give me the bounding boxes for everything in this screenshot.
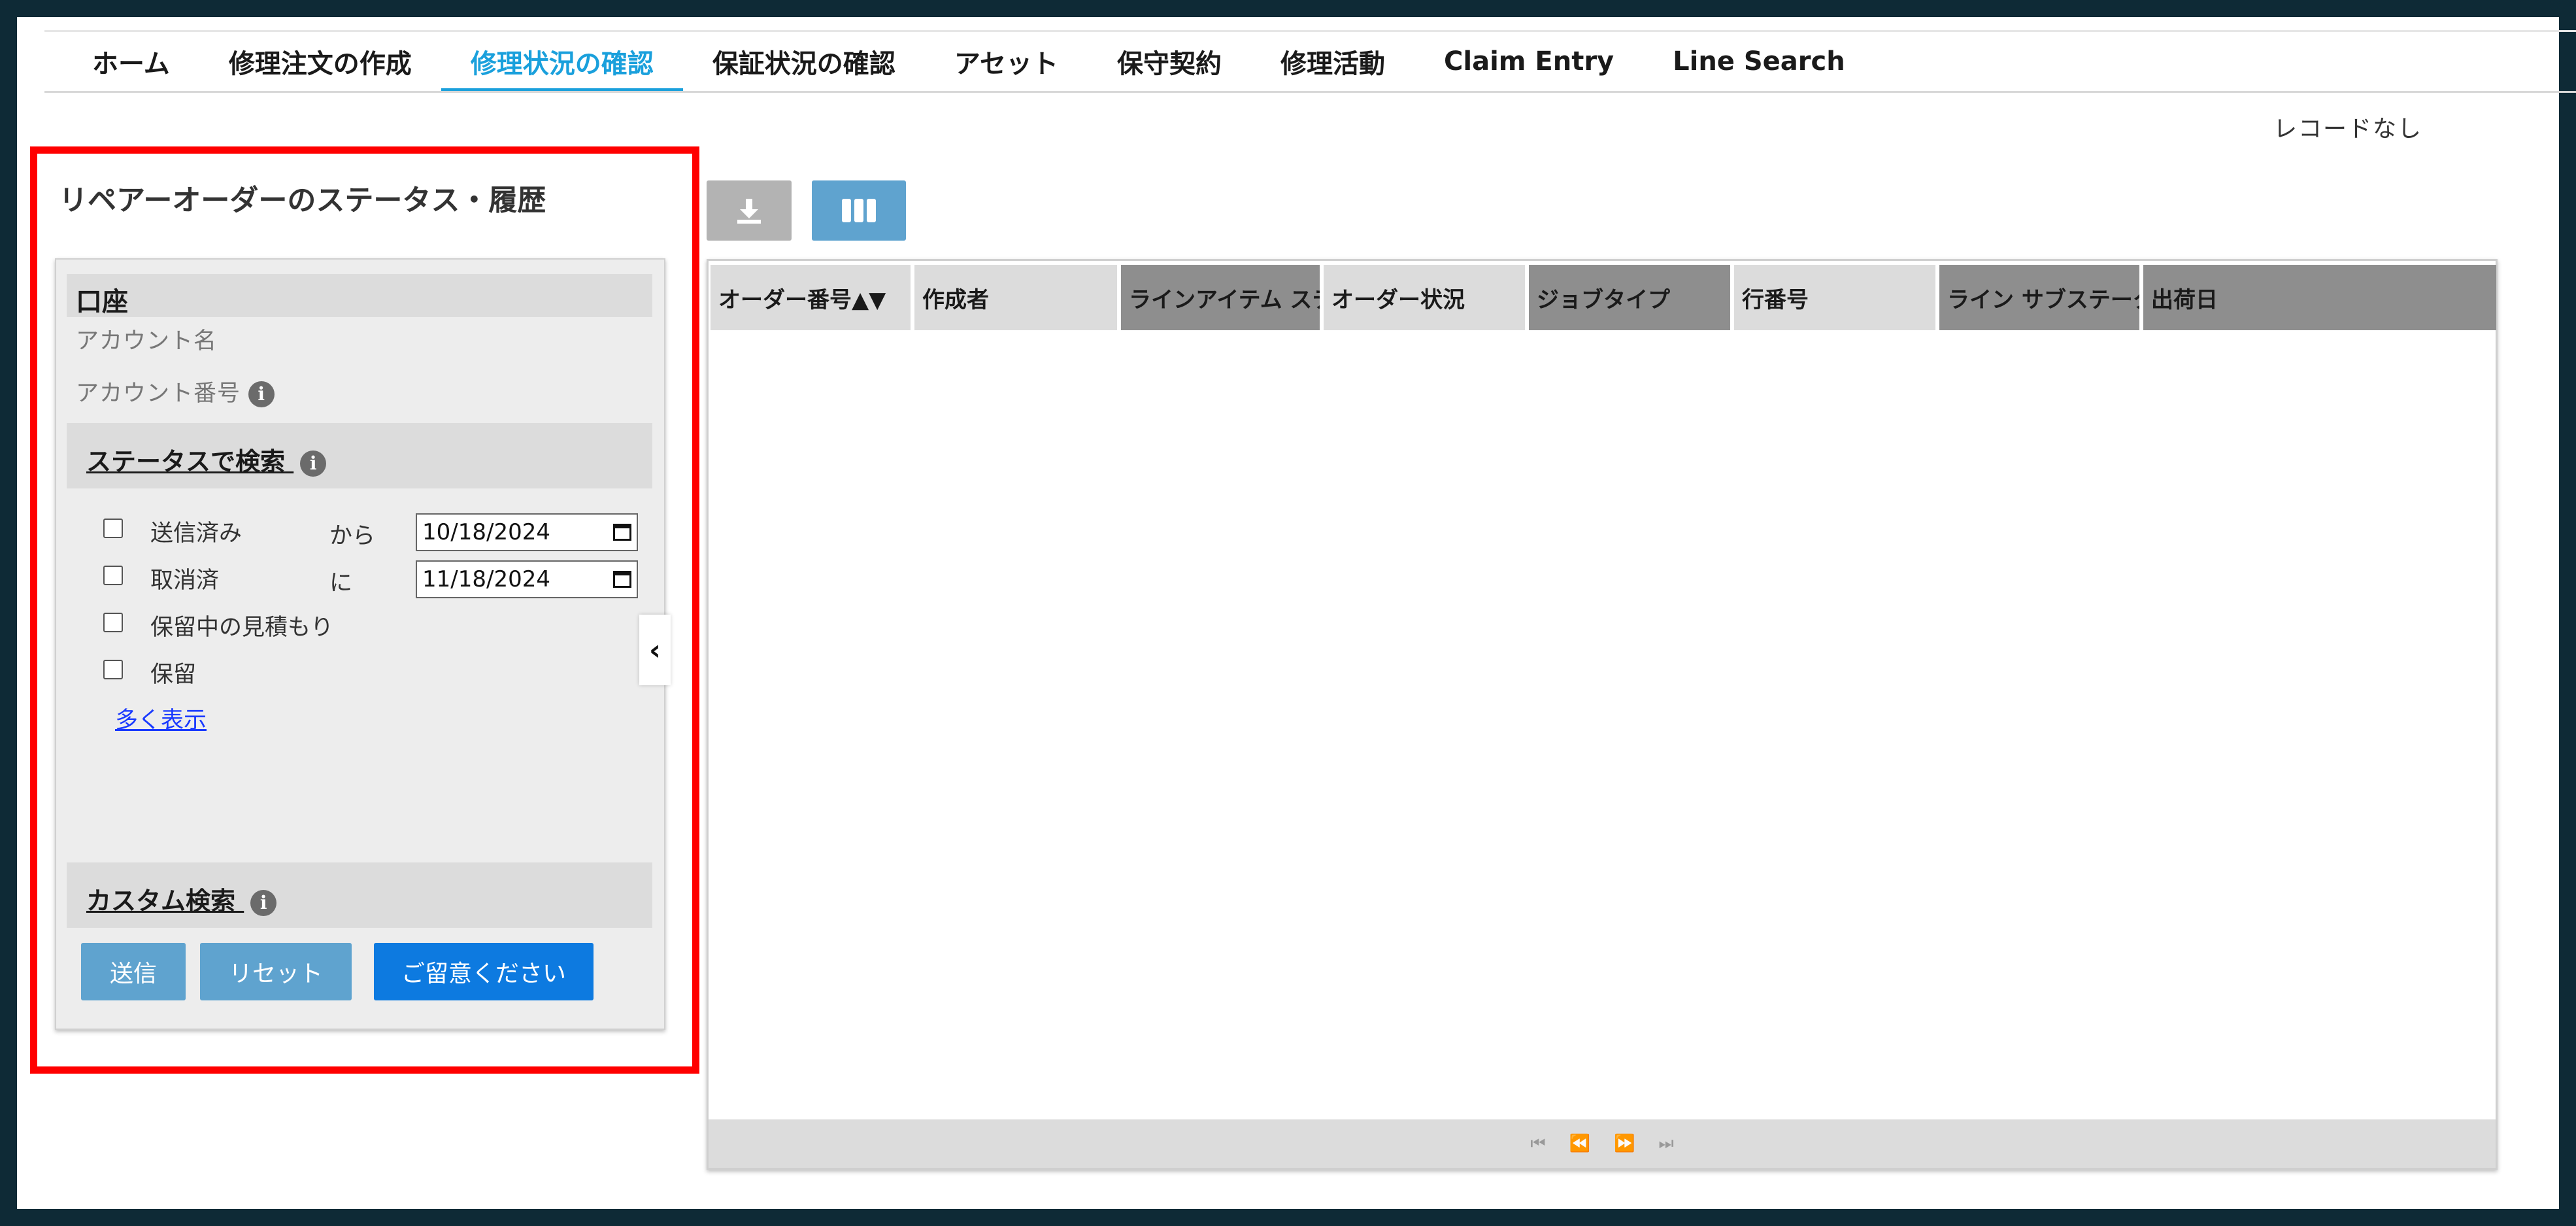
col-line-substatus[interactable]: ライン サブステータ [1939,265,2143,330]
show-more-link[interactable]: 多く表示 [115,702,207,735]
col-order-status[interactable]: オーダー状況 [1324,265,1529,330]
nav-tab-repair-status[interactable]: 修理状況の確認 [441,33,683,93]
download-button[interactable] [707,180,792,241]
col-order-number[interactable]: オーダー番号▲▼ [711,265,914,330]
calendar-icon[interactable] [613,571,631,588]
prev-page-icon[interactable]: ⏪ [1569,1134,1590,1153]
col-line-number[interactable]: 行番号 [1734,265,1939,330]
custom-section-header: カスタム検索 i [67,862,652,928]
reset-button[interactable]: リセット [200,943,352,1000]
account-name-label: アカウント名 [76,328,218,354]
nav-tab-assets[interactable]: アセット [925,33,1088,90]
account-section-header: 口座 [67,274,652,317]
col-ship-date[interactable]: 出荷日 [2143,265,2496,330]
checkbox-pending-quote-label: 保留中の見積もり [150,615,334,641]
last-page-icon[interactable]: ⏭ [1658,1134,1673,1154]
info-icon[interactable]: i [250,889,277,916]
custom-section-title[interactable]: カスタム検索 i [86,881,277,917]
first-page-icon[interactable]: ⏮ [1530,1134,1545,1154]
account-number-row: アカウント番号 i [76,375,275,408]
grid-pager: ⏮ ⏪ ⏩ ⏭ [709,1119,2496,1168]
columns-icon [842,199,876,222]
submit-button[interactable]: 送信 [81,943,186,1000]
records-status: レコードなし [2273,116,2423,143]
account-number-label: アカウント番号 [76,381,241,407]
from-date-input[interactable]: 10/18/2024 [416,513,638,551]
columns-button[interactable] [812,180,906,241]
nav-tab-home[interactable]: ホーム [63,33,199,90]
grid-header: オーダー番号▲▼ 作成者 ラインアイテム ステ オーダー状況 ジョブタイプ 行番… [711,265,2496,330]
from-label: から [329,523,376,549]
checkbox-sent-label: 送信済み [150,520,243,547]
to-date-input[interactable]: 11/18/2024 [416,560,638,598]
col-creator[interactable]: 作成者 [914,265,1121,330]
info-icon[interactable]: i [248,381,275,407]
checkbox-cancelled[interactable] [103,566,123,585]
main-nav: ホーム 修理注文の作成 修理状況の確認 保証状況の確認 アセット 保守契約 修理… [63,33,1875,93]
checkbox-cancelled-label: 取消済 [150,568,220,594]
calendar-icon[interactable] [613,524,631,541]
info-icon[interactable]: i [300,450,327,477]
status-section-header: ステータスで検索 i [67,423,652,488]
nav-tab-line-search[interactable]: Line Search [1643,33,1875,90]
chevron-left-icon[interactable]: ‹ [639,615,671,685]
download-icon [737,199,761,224]
checkbox-on-hold-label: 保留 [150,662,197,688]
search-panel: 口座 アカウント名 アカウント番号 i ステータスで検索 i 送信済み から 1… [55,258,665,1030]
account-section-title: 口座 [76,287,128,317]
checkbox-on-hold[interactable] [103,660,123,679]
nav-tab-repair-activity[interactable]: 修理活動 [1251,33,1414,90]
checkbox-sent[interactable] [103,519,123,538]
col-line-item-status[interactable]: ラインアイテム ステ [1121,265,1324,330]
nav-tab-create-order[interactable]: 修理注文の作成 [199,33,441,90]
nav-tab-warranty-status[interactable]: 保証状況の確認 [683,33,925,90]
nav-tab-maintenance-contract[interactable]: 保守契約 [1088,33,1251,90]
nav-tab-claim-entry[interactable]: Claim Entry [1414,33,1643,90]
to-label: に [329,570,353,596]
next-page-icon[interactable]: ⏩ [1614,1134,1635,1153]
notice-button[interactable]: ご留意ください [374,943,594,1000]
nav-bottom-border [44,91,2576,93]
panel-title: リペアーオーダーのステータス・履歴 [59,184,546,217]
status-section-title[interactable]: ステータスで検索 i [86,441,327,477]
nav-top-border [44,30,2576,32]
results-grid: オーダー番号▲▼ 作成者 ラインアイテム ステ オーダー状況 ジョブタイプ 行番… [707,259,2498,1170]
col-job-type[interactable]: ジョブタイプ [1529,265,1734,330]
checkbox-pending-quote[interactable] [103,613,123,632]
